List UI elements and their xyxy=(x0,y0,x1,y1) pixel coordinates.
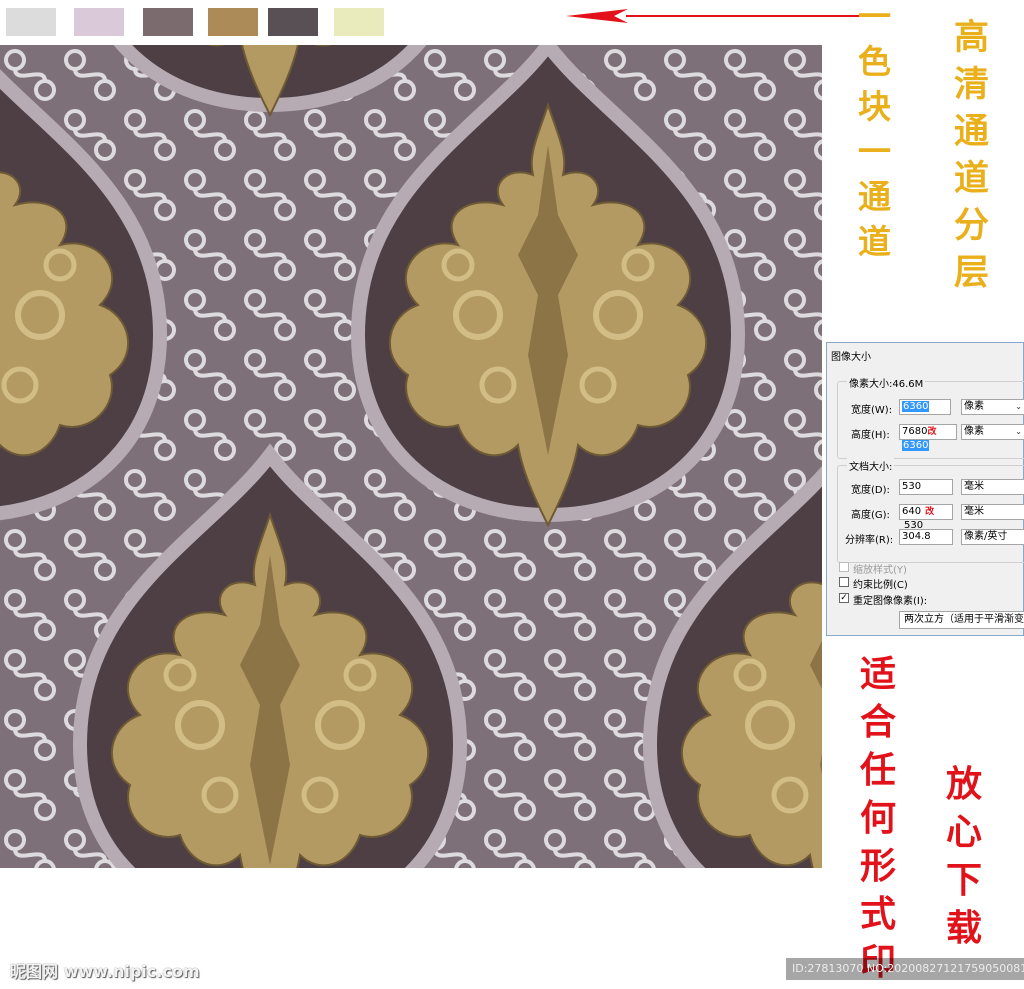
dialog-title: 图像大小 xyxy=(831,352,871,363)
doc-width-unit-select[interactable]: 毫米 xyxy=(961,479,1024,495)
resolution-label: 分辨率(R): xyxy=(845,535,894,546)
nipic-watermark-logo: 昵图网 www.nipic.com xyxy=(10,962,200,981)
annotation-char: 心 xyxy=(946,811,983,853)
height-input[interactable]: 7680改6360 xyxy=(899,424,957,451)
swatch-lilac xyxy=(74,8,124,36)
resample-method-select[interactable]: 两次立方（适用于平滑渐变 xyxy=(899,611,1024,629)
annotation-char: 适 xyxy=(860,653,897,695)
annotation-hd-channel-layers: 高清通道分层 xyxy=(954,14,989,296)
annotation-char: 式 xyxy=(860,893,897,935)
red-arrow-icon xyxy=(566,9,862,23)
annotation-char: 何 xyxy=(860,797,897,839)
constrain-proportions-label: 约束比例(C) xyxy=(853,580,908,591)
scale-styles-checkbox[interactable] xyxy=(839,562,849,572)
resolution-unit-select[interactable]: 像素/英寸 xyxy=(961,529,1024,545)
swatch-light-gray xyxy=(6,8,56,36)
resample-label: 重定图像像素(I): xyxy=(853,596,928,607)
resolution-input[interactable]: 304.8 xyxy=(899,529,953,545)
width-input[interactable]: 6360 xyxy=(899,399,951,415)
annotation-char: 放 xyxy=(946,763,983,805)
image-id-text: ID:27813070 NO:20200827121759050081 xyxy=(792,962,1024,975)
pixel-dimensions-group xyxy=(837,381,1024,459)
height-unit-select[interactable]: 像素 ⌄ xyxy=(961,424,1024,440)
width-label: 宽度(W): xyxy=(851,405,893,416)
annotation-char: 形 xyxy=(860,845,897,887)
height-label: 高度(H): xyxy=(851,430,890,441)
swatch-pale-yellow xyxy=(334,8,384,36)
annotation-char: 通 xyxy=(858,177,891,216)
chevron-down-icon: ⌄ xyxy=(1015,427,1022,436)
doc-width-input[interactable]: 530 xyxy=(899,479,953,495)
swatch-gold xyxy=(208,8,258,36)
damask-pattern-image xyxy=(0,45,822,868)
annotation-char: 块 xyxy=(858,87,891,126)
pixel-dimensions-label: 像素大小:46.6M xyxy=(847,375,926,390)
annotation-char: 清 xyxy=(954,64,990,105)
annotation-char: 合 xyxy=(860,701,897,743)
annotation-char: 一 xyxy=(858,0,891,36)
annotation-char: 色 xyxy=(858,42,891,81)
annotation-char: 分 xyxy=(954,205,990,246)
doc-height-label: 高度(G): xyxy=(851,510,890,521)
annotation-char: 一 xyxy=(858,132,891,171)
annotation-char: 高 xyxy=(954,17,990,58)
doc-width-label: 宽度(D): xyxy=(851,485,890,496)
doc-height-input[interactable]: 640 改530 xyxy=(899,504,953,531)
swatch-mauve xyxy=(143,8,193,36)
resample-checkbox[interactable]: ✓ xyxy=(839,593,849,603)
scale-styles-label: 缩放样式(Y) xyxy=(853,565,907,576)
annotation-char: 通 xyxy=(954,111,990,152)
annotation-char: 下 xyxy=(946,859,983,901)
chevron-down-icon: ⌄ xyxy=(1015,402,1022,411)
annotation-char: 道 xyxy=(954,158,990,199)
annotation-char: 任 xyxy=(860,749,897,791)
id-bar: ID:27813070 NO:20200827121759050081 xyxy=(786,958,1024,980)
doc-height-change-mark: 改 xyxy=(925,507,935,517)
doc-height-unit-select[interactable]: 毫米 xyxy=(961,504,1024,520)
annotation-char: 道 xyxy=(858,222,891,261)
image-size-dialog: 图像大小 像素大小:46.6M 宽度(W): 6360 像素 ⌄ 高度(H): 7… xyxy=(826,342,1024,636)
swatch-dark-gray xyxy=(268,8,318,36)
document-size-label: 文档大小: xyxy=(847,458,895,473)
annotation-char: 载 xyxy=(946,907,983,949)
annotation-char: 层 xyxy=(954,252,990,293)
damask-pattern-svg xyxy=(0,45,822,868)
constrain-proportions-checkbox[interactable] xyxy=(839,577,849,587)
annotation-one-swatch-one-channel: 一色块一通道 xyxy=(858,0,891,264)
annotation-suitable-any-print: 适合任何形式印 xyxy=(860,650,896,986)
width-unit-select[interactable]: 像素 ⌄ xyxy=(961,399,1024,415)
annotation-safe-download: 放心下载 xyxy=(946,760,982,952)
height-change-mark: 改 xyxy=(927,427,937,437)
